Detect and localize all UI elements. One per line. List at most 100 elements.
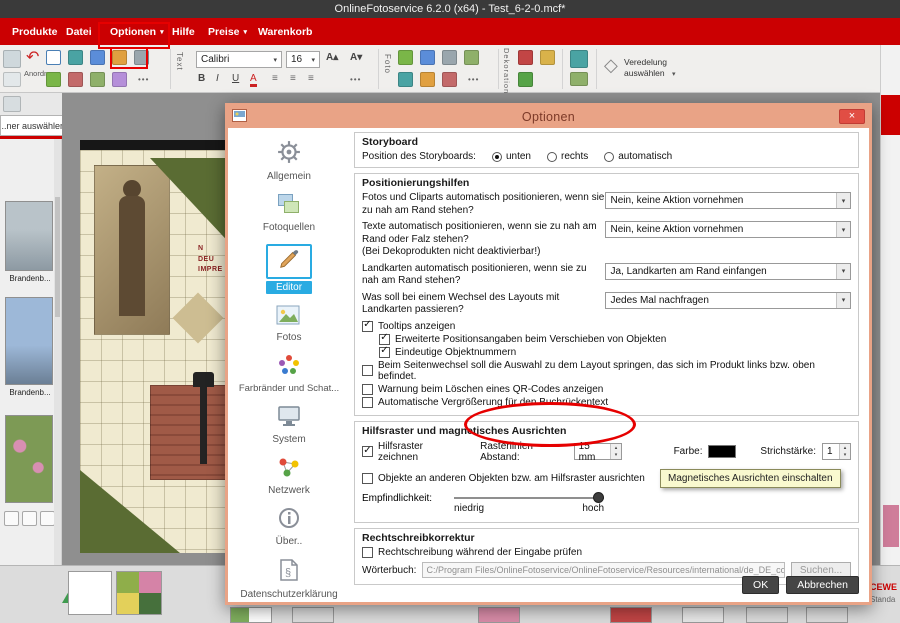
menu-datei[interactable]: Datei	[66, 18, 92, 45]
bold-icon[interactable]: B	[198, 73, 205, 84]
checkbox-qr-warnung[interactable]: Warnung beim Löschen eines QR-Codes anze…	[362, 384, 851, 395]
storyboard-page-thumbnail[interactable]	[116, 571, 162, 615]
align-objects-icon[interactable]	[68, 50, 83, 65]
storyboard-page-thumbnail[interactable]	[682, 607, 724, 623]
storyboard-page-thumbnail[interactable]	[68, 571, 112, 615]
ok-button[interactable]: OK	[742, 576, 779, 594]
slider-handle[interactable]	[593, 492, 604, 503]
diamond-decoration[interactable]	[173, 293, 224, 344]
more-options-icon[interactable]: •••	[138, 75, 149, 84]
photo-rotate-icon[interactable]	[420, 72, 435, 87]
storyboard-page-thumbnail[interactable]	[806, 607, 848, 623]
map-icon[interactable]	[570, 72, 588, 86]
group-objects-icon[interactable]	[46, 72, 61, 87]
dictionary-path-field[interactable]: C:/Program Files/OnlineFotoservice/Onlin…	[422, 562, 785, 578]
clipboard-paste-icon[interactable]	[3, 50, 21, 68]
menu-preise[interactable]: Preise▾	[208, 18, 247, 45]
align-center-icon[interactable]: ≡	[290, 73, 296, 84]
photo-fill-icon[interactable]	[464, 50, 479, 65]
checkbox-seitenwechsel[interactable]: Beim Seitenwechsel soll die Auswahl zu d…	[362, 360, 851, 382]
sidebar-item-ueber[interactable]: Über..	[276, 507, 303, 547]
page-title-text[interactable]: N DEU IMPRE	[198, 244, 223, 276]
clipart-icon[interactable]	[518, 50, 533, 65]
align-right-icon[interactable]: ≡	[308, 73, 314, 84]
abbrechen-button[interactable]: Abbrechen	[786, 576, 859, 594]
dialog-titlebar[interactable]: Optionen ×	[228, 106, 869, 128]
crop-icon[interactable]	[398, 72, 413, 87]
storyboard-page-thumbnail[interactable]	[230, 607, 272, 623]
more-photo-options-icon[interactable]: •••	[468, 75, 479, 84]
distribute-icon[interactable]	[90, 50, 105, 65]
radio-unten[interactable]: unten	[492, 151, 531, 162]
underline-icon[interactable]: U	[232, 73, 239, 84]
italic-icon[interactable]: I	[216, 73, 219, 84]
ungroup-objects-icon[interactable]	[68, 72, 83, 87]
menu-hilfe[interactable]: Hilfe	[172, 18, 195, 45]
storyboard-page-thumbnail[interactable]	[610, 607, 652, 623]
photo-effects-icon[interactable]	[442, 50, 457, 65]
sidebar-item-fotos[interactable]: Fotos	[276, 305, 301, 343]
texte-positionieren-select[interactable]: Nein, keine Aktion vornehmen▾	[605, 221, 851, 238]
sidebar-item-datenschutz[interactable]: § Datenschutzerklärung	[240, 558, 337, 600]
panel-tool-icon[interactable]	[40, 511, 55, 526]
sidebar-item-netzwerk[interactable]: Netzwerk	[268, 456, 310, 496]
landkarten-positionieren-select[interactable]: Ja, Landkarten am Rand einfangen▾	[605, 263, 851, 280]
designer-select-button[interactable]: ...ner auswählen	[0, 115, 64, 136]
photo-border-icon[interactable]	[442, 72, 457, 87]
statue-photo[interactable]	[94, 165, 170, 335]
raster-color-swatch[interactable]	[708, 445, 736, 458]
radio-rechts[interactable]: rechts	[547, 151, 588, 162]
scrollbar[interactable]	[54, 139, 61, 565]
checkbox-buchruecken[interactable]: Automatische Vergrößerung für den Buchrü…	[362, 397, 851, 408]
panel-tool-icon[interactable]	[22, 511, 37, 526]
storyboard-page-thumbnail[interactable]	[292, 607, 334, 623]
sidebar-item-system[interactable]: System	[272, 405, 305, 445]
checkbox-positionsangaben[interactable]: ✓Erweiterte Positionsangaben beim Versch…	[379, 334, 851, 345]
panel-tool-icon[interactable]	[4, 511, 19, 526]
lantern-photo[interactable]	[200, 382, 207, 464]
font-decrease-icon[interactable]: A▾	[350, 52, 362, 63]
veredelung-button-line1[interactable]: Veredelung	[624, 57, 667, 67]
photo-thumbnail[interactable]	[5, 201, 53, 271]
veredelung-button-line2[interactable]: auswählen	[624, 68, 665, 78]
close-icon[interactable]: ×	[839, 109, 865, 124]
layers-icon[interactable]	[134, 50, 149, 65]
swap-pages-icon[interactable]	[90, 72, 105, 87]
font-color-icon[interactable]: A	[250, 73, 257, 87]
photo-frame-icon[interactable]	[420, 50, 435, 65]
background-icon[interactable]	[518, 72, 533, 87]
checkbox-tooltips[interactable]: ✓Tooltips anzeigen	[362, 321, 851, 332]
font-family-select[interactable]: Calibri▾	[196, 51, 282, 68]
sidebar-item-allgemein[interactable]: Allgemein	[267, 140, 311, 182]
more-text-options-icon[interactable]: •••	[350, 75, 361, 84]
font-increase-icon[interactable]: A▴	[326, 52, 338, 63]
sidebar-item-fotoquellen[interactable]: Fotoquellen	[263, 193, 315, 233]
sidebar-item-farbraender[interactable]: Farbränder und Schat...	[239, 354, 339, 394]
photo-thumbnail[interactable]	[5, 297, 53, 385]
pages-panel-icon[interactable]	[3, 96, 21, 112]
menu-warenkorb[interactable]: Warenkorb	[258, 18, 312, 45]
sidebar-item-editor[interactable]: Editor	[266, 244, 312, 294]
sensitivity-slider[interactable]: niedrig hoch	[454, 489, 604, 517]
checkbox-objektnummern[interactable]: ✓Eindeutige Objektnummern	[379, 347, 851, 358]
storyboard-page-thumbnail[interactable]	[478, 607, 520, 623]
rotate-icon[interactable]	[112, 50, 127, 65]
font-size-select[interactable]: 16▾	[286, 51, 320, 68]
radio-automatisch[interactable]: automatisch	[604, 151, 672, 162]
brick-wall-photo[interactable]	[150, 385, 236, 480]
strichstaerke-spinner[interactable]: 1 ▴▾	[822, 443, 851, 460]
green-triangle-decoration[interactable]	[80, 470, 180, 553]
checkbox-rechtschreibung[interactable]: Rechtschreibung während der Eingabe prüf…	[362, 547, 851, 558]
menu-produkte[interactable]: Produkte	[12, 18, 58, 45]
checkbox-hilfsraster[interactable]: ✓Hilfsraster zeichnen	[362, 441, 458, 463]
fotos-positionieren-select[interactable]: Nein, keine Aktion vornehmen▾	[605, 192, 851, 209]
menu-optionen[interactable]: Optionen▾	[110, 18, 164, 45]
photo-thumbnail[interactable]	[5, 415, 53, 503]
raster-abstand-spinner[interactable]: 15 mm ▴▾	[574, 443, 622, 460]
photo-add-icon[interactable]	[398, 50, 413, 65]
layout-grid-icon[interactable]	[46, 50, 61, 65]
chevron-down-icon[interactable]: ▾	[672, 70, 676, 78]
sticker-icon[interactable]	[540, 50, 555, 65]
align-left-icon[interactable]: ≡	[272, 73, 278, 84]
layout-wechsel-select[interactable]: Jedes Mal nachfragen▾	[605, 292, 851, 309]
